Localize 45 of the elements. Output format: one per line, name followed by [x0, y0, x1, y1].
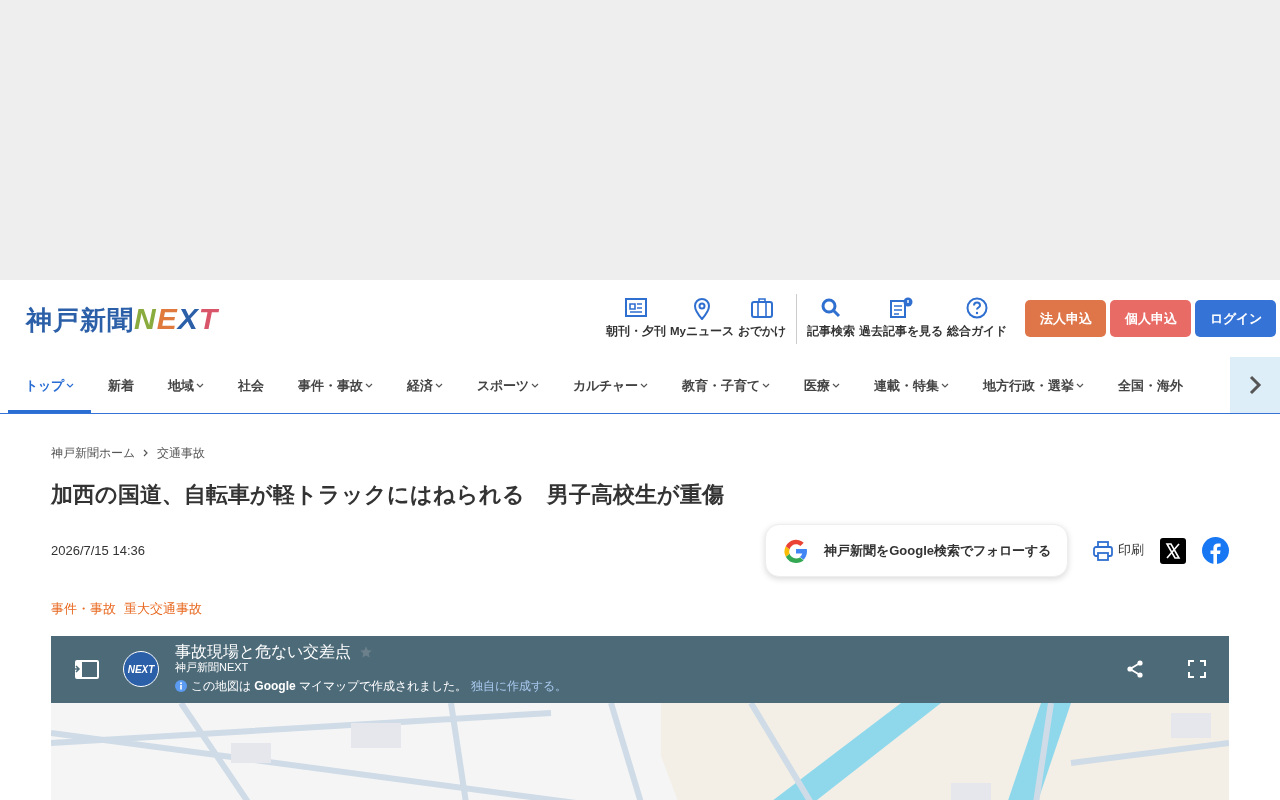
- nav-tab[interactable]: 新着: [91, 357, 151, 413]
- nav-tab[interactable]: 地域: [151, 357, 221, 413]
- help-icon: [964, 296, 990, 321]
- header-link[interactable]: Myニュース: [668, 296, 736, 341]
- header-link[interactable]: 朝刊・夕刊: [604, 296, 668, 341]
- map-notice: この地図は Google マイマップで作成されました。: [191, 678, 468, 696]
- printer-icon: [1092, 539, 1114, 562]
- chevron-right-icon: [1248, 375, 1262, 395]
- header-button[interactable]: ログイン: [1195, 300, 1276, 337]
- suitcase-icon: [749, 296, 775, 321]
- share-icon[interactable]: [1125, 659, 1145, 680]
- nav-tab[interactable]: 社会: [221, 357, 281, 413]
- breadcrumb-link[interactable]: 交通事故: [157, 444, 205, 462]
- nav-tab[interactable]: 経済: [390, 357, 460, 413]
- nav-tab[interactable]: 医療: [787, 357, 857, 413]
- map-logo: NEXT: [127, 662, 155, 677]
- map-title: 事故現場と危ない交差点: [175, 643, 351, 662]
- nav-tab[interactable]: 全国・海外: [1101, 357, 1200, 413]
- create-map-link[interactable]: 独自に作成する。: [471, 677, 568, 696]
- logo[interactable]: 神戸新聞NEXT: [26, 296, 219, 341]
- header-link[interactable]: おでかけ: [736, 296, 788, 341]
- scroll-right-button[interactable]: [1230, 357, 1280, 413]
- nav-tab[interactable]: 教育・子育て: [665, 357, 787, 413]
- follow-button[interactable]: 神戸新聞をGoogle検索でフォローする: [765, 524, 1068, 578]
- nav-tab[interactable]: 連載・特集: [857, 357, 966, 413]
- nav-tab[interactable]: 事件・事故: [281, 357, 390, 413]
- header-link[interactable]: 総合ガイド: [945, 296, 1009, 341]
- header-link[interactable]: 記事検索: [805, 296, 857, 341]
- map-owner: 神戸新聞NEXT: [175, 661, 250, 674]
- fullscreen-icon[interactable]: [1187, 659, 1207, 680]
- breadcrumb-separator-icon: [143, 449, 149, 457]
- star-icon[interactable]: [359, 645, 373, 660]
- info-icon: [175, 680, 187, 693]
- publish-date: 2026/7/15 14:36: [51, 542, 145, 561]
- nav-tab[interactable]: カルチャー: [556, 357, 665, 413]
- document-clock-icon: [888, 296, 914, 321]
- nav-tab[interactable]: トップ: [8, 357, 91, 413]
- nav-tab[interactable]: 地方行政・選挙: [966, 357, 1101, 413]
- x-share-icon[interactable]: [1160, 537, 1186, 564]
- facebook-share-icon[interactable]: [1202, 537, 1229, 565]
- header-link[interactable]: 過去記事を見る: [857, 296, 945, 341]
- nav-tab[interactable]: スポーツ: [460, 357, 556, 413]
- breadcrumb-link[interactable]: 神戸新聞ホーム: [51, 444, 135, 462]
- article-title: 加西の国道、自転車が軽トラックにはねられる 男子高校生が重傷: [51, 482, 725, 509]
- print-link[interactable]: 印刷: [1092, 539, 1144, 562]
